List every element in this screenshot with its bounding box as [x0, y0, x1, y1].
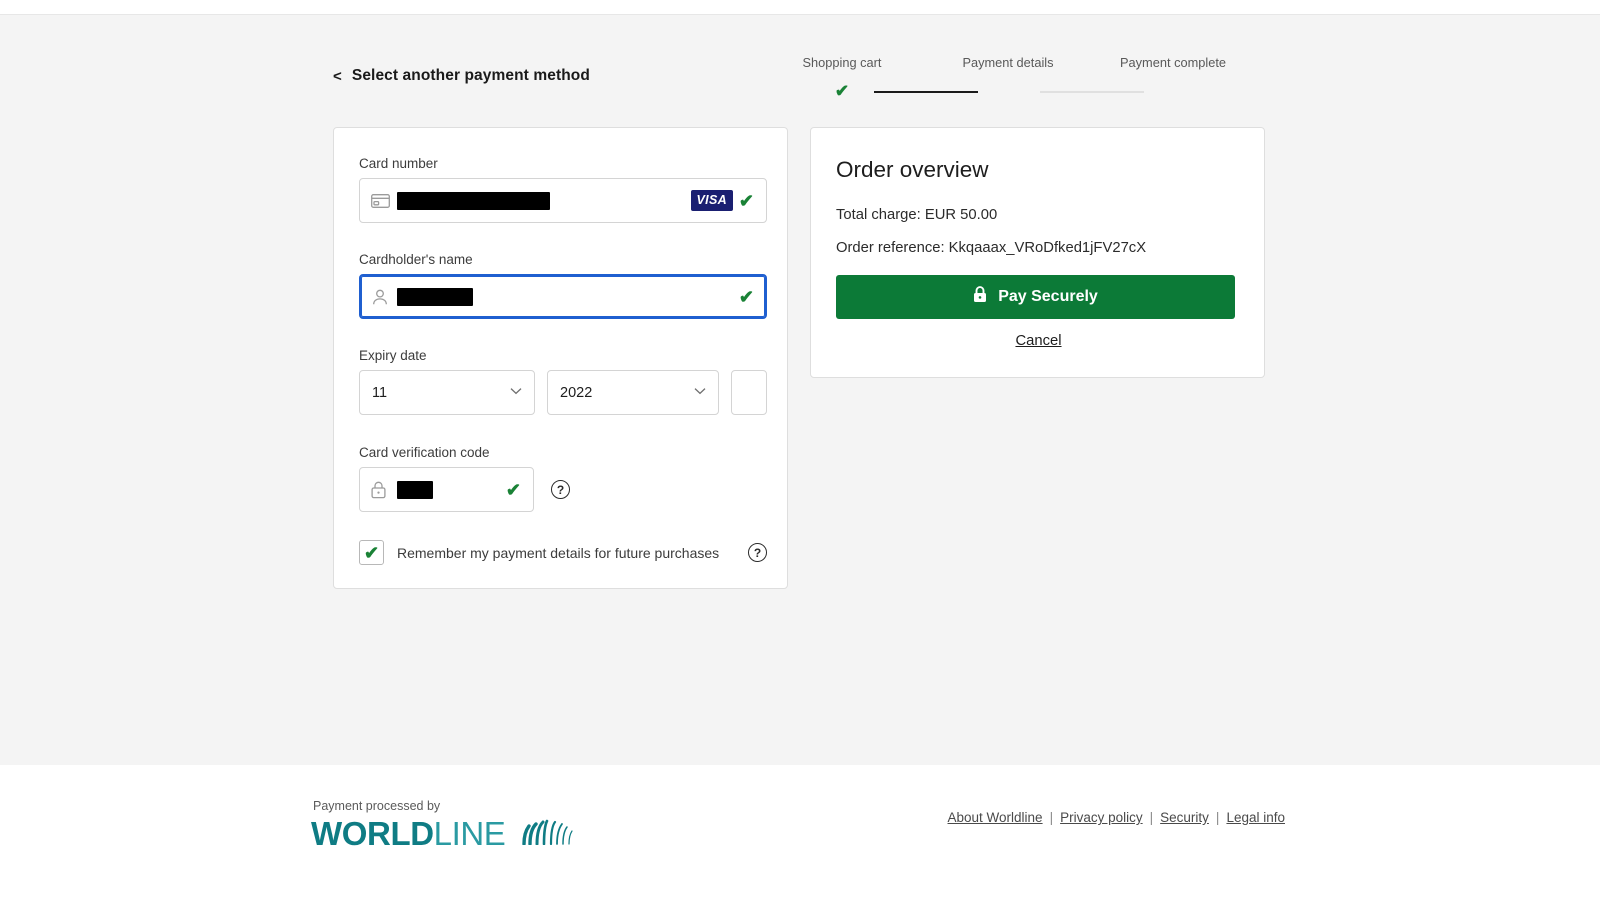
cardholder-name-input[interactable]: ✔ [359, 274, 767, 319]
order-overview-title: Order overview [836, 157, 989, 182]
page-stage: < Select another payment method Shopping… [0, 14, 1600, 765]
cancel-link[interactable]: Cancel [811, 333, 1266, 349]
step-label-payment-complete: Payment complete [1120, 55, 1226, 70]
step-node-shopping-cart: ✔ [835, 83, 849, 102]
expiry-month-select[interactable]: 11 [359, 370, 535, 415]
lock-icon [371, 481, 397, 499]
card-number-valid-check-icon: ✔ [738, 190, 754, 211]
cvc-row: ✔ ? [359, 467, 570, 512]
lock-icon [973, 286, 987, 308]
footer-link-separator: | [1215, 810, 1220, 825]
cvc-label: Card verification code [359, 445, 490, 460]
worldline-logo-bold-text: WORLD [311, 815, 434, 852]
card-number-field-group: Card number VISA ✔ [359, 156, 767, 223]
check-icon: ✔ [363, 542, 380, 563]
payment-page: < Select another payment method Shopping… [0, 0, 1600, 900]
cvc-field-group: Card verification code ✔ ? [359, 445, 570, 512]
footer-link-privacy-policy[interactable]: Privacy policy [1060, 810, 1143, 825]
person-icon [371, 288, 397, 306]
checkout-stepper: Shopping cart Payment details Payment co… [790, 55, 1260, 100]
worldline-logo: WORLDLINE [311, 817, 575, 850]
expiry-year-select[interactable]: 2022 [547, 370, 719, 415]
footer-links: About Worldline | Privacy policy | Secur… [948, 810, 1285, 825]
chevron-down-icon [694, 387, 706, 398]
remember-payment-details-label: Remember my payment details for future p… [397, 544, 720, 561]
worldline-logo-light-text: LINE [433, 815, 506, 852]
step-label-shopping-cart: Shopping cart [802, 55, 882, 70]
expiry-year-value: 2022 [560, 384, 593, 401]
pay-securely-button[interactable]: Pay Securely [836, 275, 1235, 319]
payment-processed-by-label: Payment processed by [313, 799, 441, 813]
stepper-connector-upcoming [1040, 91, 1144, 93]
visa-brand-icon: VISA [690, 190, 733, 211]
worldline-fan-icon [519, 817, 575, 850]
cardholder-name-field-group: Cardholder's name ✔ [359, 252, 767, 319]
cvc-input[interactable]: ✔ [359, 467, 534, 512]
cvc-valid-check-icon: ✔ [505, 479, 521, 500]
back-link-label: Select another payment method [351, 67, 590, 84]
card-details-form: Card number VISA ✔ Cardholder's name ✔ E… [333, 127, 788, 589]
footer-link-security[interactable]: Security [1160, 810, 1209, 825]
footer-link-separator: | [1049, 810, 1054, 825]
remember-payment-details-row: ✔ Remember my payment details for future… [359, 540, 767, 565]
stepper-labels: Shopping cart Payment details Payment co… [790, 55, 1260, 73]
page-footer: Payment processed by WORLDLINE [0, 765, 1600, 900]
expiry-validation-box [731, 370, 767, 415]
order-overview-card: Order overview Total charge: EUR 50.00 O… [810, 127, 1265, 378]
check-icon: ✔ [834, 81, 850, 101]
back-to-payment-methods-link[interactable]: < Select another payment method [333, 67, 590, 85]
card-number-redacted-value [397, 191, 550, 210]
chevron-left-icon: < [333, 67, 342, 85]
expiry-date-row: 11 2022 [359, 370, 767, 415]
order-total-charge: Total charge: EUR 50.00 [836, 207, 998, 223]
footer-link-about-worldline[interactable]: About Worldline [948, 810, 1043, 825]
card-number-input[interactable]: VISA ✔ [359, 178, 767, 223]
remember-payment-details-checkbox[interactable]: ✔ [359, 540, 384, 565]
stepper-connector-completed [874, 91, 978, 93]
cvc-redacted-value [397, 480, 433, 499]
pay-securely-label: Pay Securely [998, 288, 1098, 305]
cardholder-name-redacted-value [397, 287, 473, 306]
expiry-month-value: 11 [372, 384, 388, 401]
chevron-down-icon [510, 387, 522, 398]
remember-help-icon[interactable]: ? [748, 543, 767, 562]
footer-link-separator: | [1149, 810, 1154, 825]
stepper-track: ✔ [790, 81, 1260, 103]
cardholder-name-label: Cardholder's name [359, 252, 473, 267]
cardholder-name-valid-check-icon: ✔ [738, 286, 754, 307]
expiry-date-field-group: Expiry date 11 2022 [359, 348, 767, 415]
footer-link-legal-info[interactable]: Legal info [1226, 810, 1285, 825]
cvc-help-icon[interactable]: ? [551, 480, 570, 499]
expiry-date-label: Expiry date [359, 348, 427, 363]
card-number-label: Card number [359, 156, 438, 171]
order-reference: Order reference: Kkqaaax_VRoDfked1jFV27c… [836, 240, 1147, 256]
step-label-payment-details: Payment details [962, 55, 1054, 70]
credit-card-icon [371, 193, 397, 208]
